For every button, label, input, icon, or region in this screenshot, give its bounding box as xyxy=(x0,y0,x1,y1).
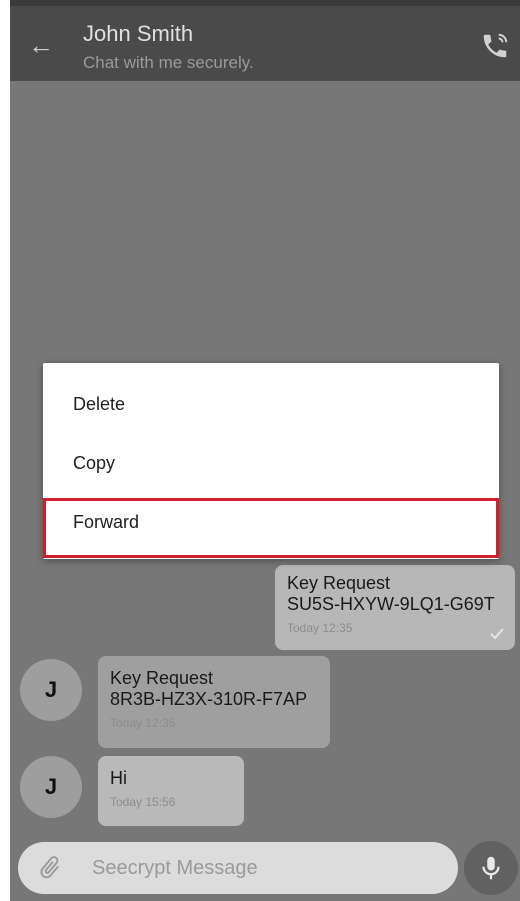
message-text: Hi xyxy=(110,768,127,788)
checkmark-icon xyxy=(490,628,504,640)
back-arrow-icon[interactable]: ← xyxy=(28,30,58,60)
chat-screen: ← John Smith Chat with me securely. Key … xyxy=(10,0,520,901)
message-time: Today 12:35 xyxy=(110,716,176,730)
forward-highlight-box xyxy=(43,498,499,558)
message-bubble-incoming[interactable]: Hi Today 15:56 xyxy=(98,756,244,826)
message-bubble-outgoing[interactable]: Key Request SU5S-HXYW-9LQ1-G69T Today 12… xyxy=(275,565,515,650)
message-title: Key Request xyxy=(287,573,391,593)
message-time: Today 15:56 xyxy=(110,795,176,809)
avatar[interactable]: J xyxy=(20,756,82,818)
menu-item-label: Delete xyxy=(73,394,126,414)
phone-call-icon[interactable] xyxy=(480,31,510,61)
microphone-icon xyxy=(482,856,500,880)
message-input-bar[interactable]: Seecrypt Message xyxy=(18,842,458,894)
contact-name[interactable]: John Smith xyxy=(83,21,193,47)
menu-item-label: Copy xyxy=(73,453,116,473)
app-bar: ← John Smith Chat with me securely. xyxy=(10,6,520,81)
microphone-button[interactable] xyxy=(464,841,518,895)
message-title: Key Request xyxy=(110,668,214,688)
message-code: SU5S-HXYW-9LQ1-G69T xyxy=(287,594,495,614)
message-code: 8R3B-HZ3X-310R-F7AP xyxy=(110,689,308,709)
menu-item-copy[interactable]: Copy xyxy=(43,434,499,492)
message-input-placeholder[interactable]: Seecrypt Message xyxy=(92,857,258,880)
avatar[interactable]: J xyxy=(20,659,82,721)
message-time: Today 12:35 xyxy=(287,621,353,635)
message-bubble-incoming[interactable]: Key Request 8R3B-HZ3X-310R-F7AP Today 12… xyxy=(98,656,330,748)
message-context-menu: Delete Copy Forward xyxy=(43,363,499,559)
contact-status: Chat with me securely. xyxy=(83,53,254,72)
menu-item-delete[interactable]: Delete xyxy=(43,375,499,433)
paperclip-icon[interactable] xyxy=(36,854,64,882)
